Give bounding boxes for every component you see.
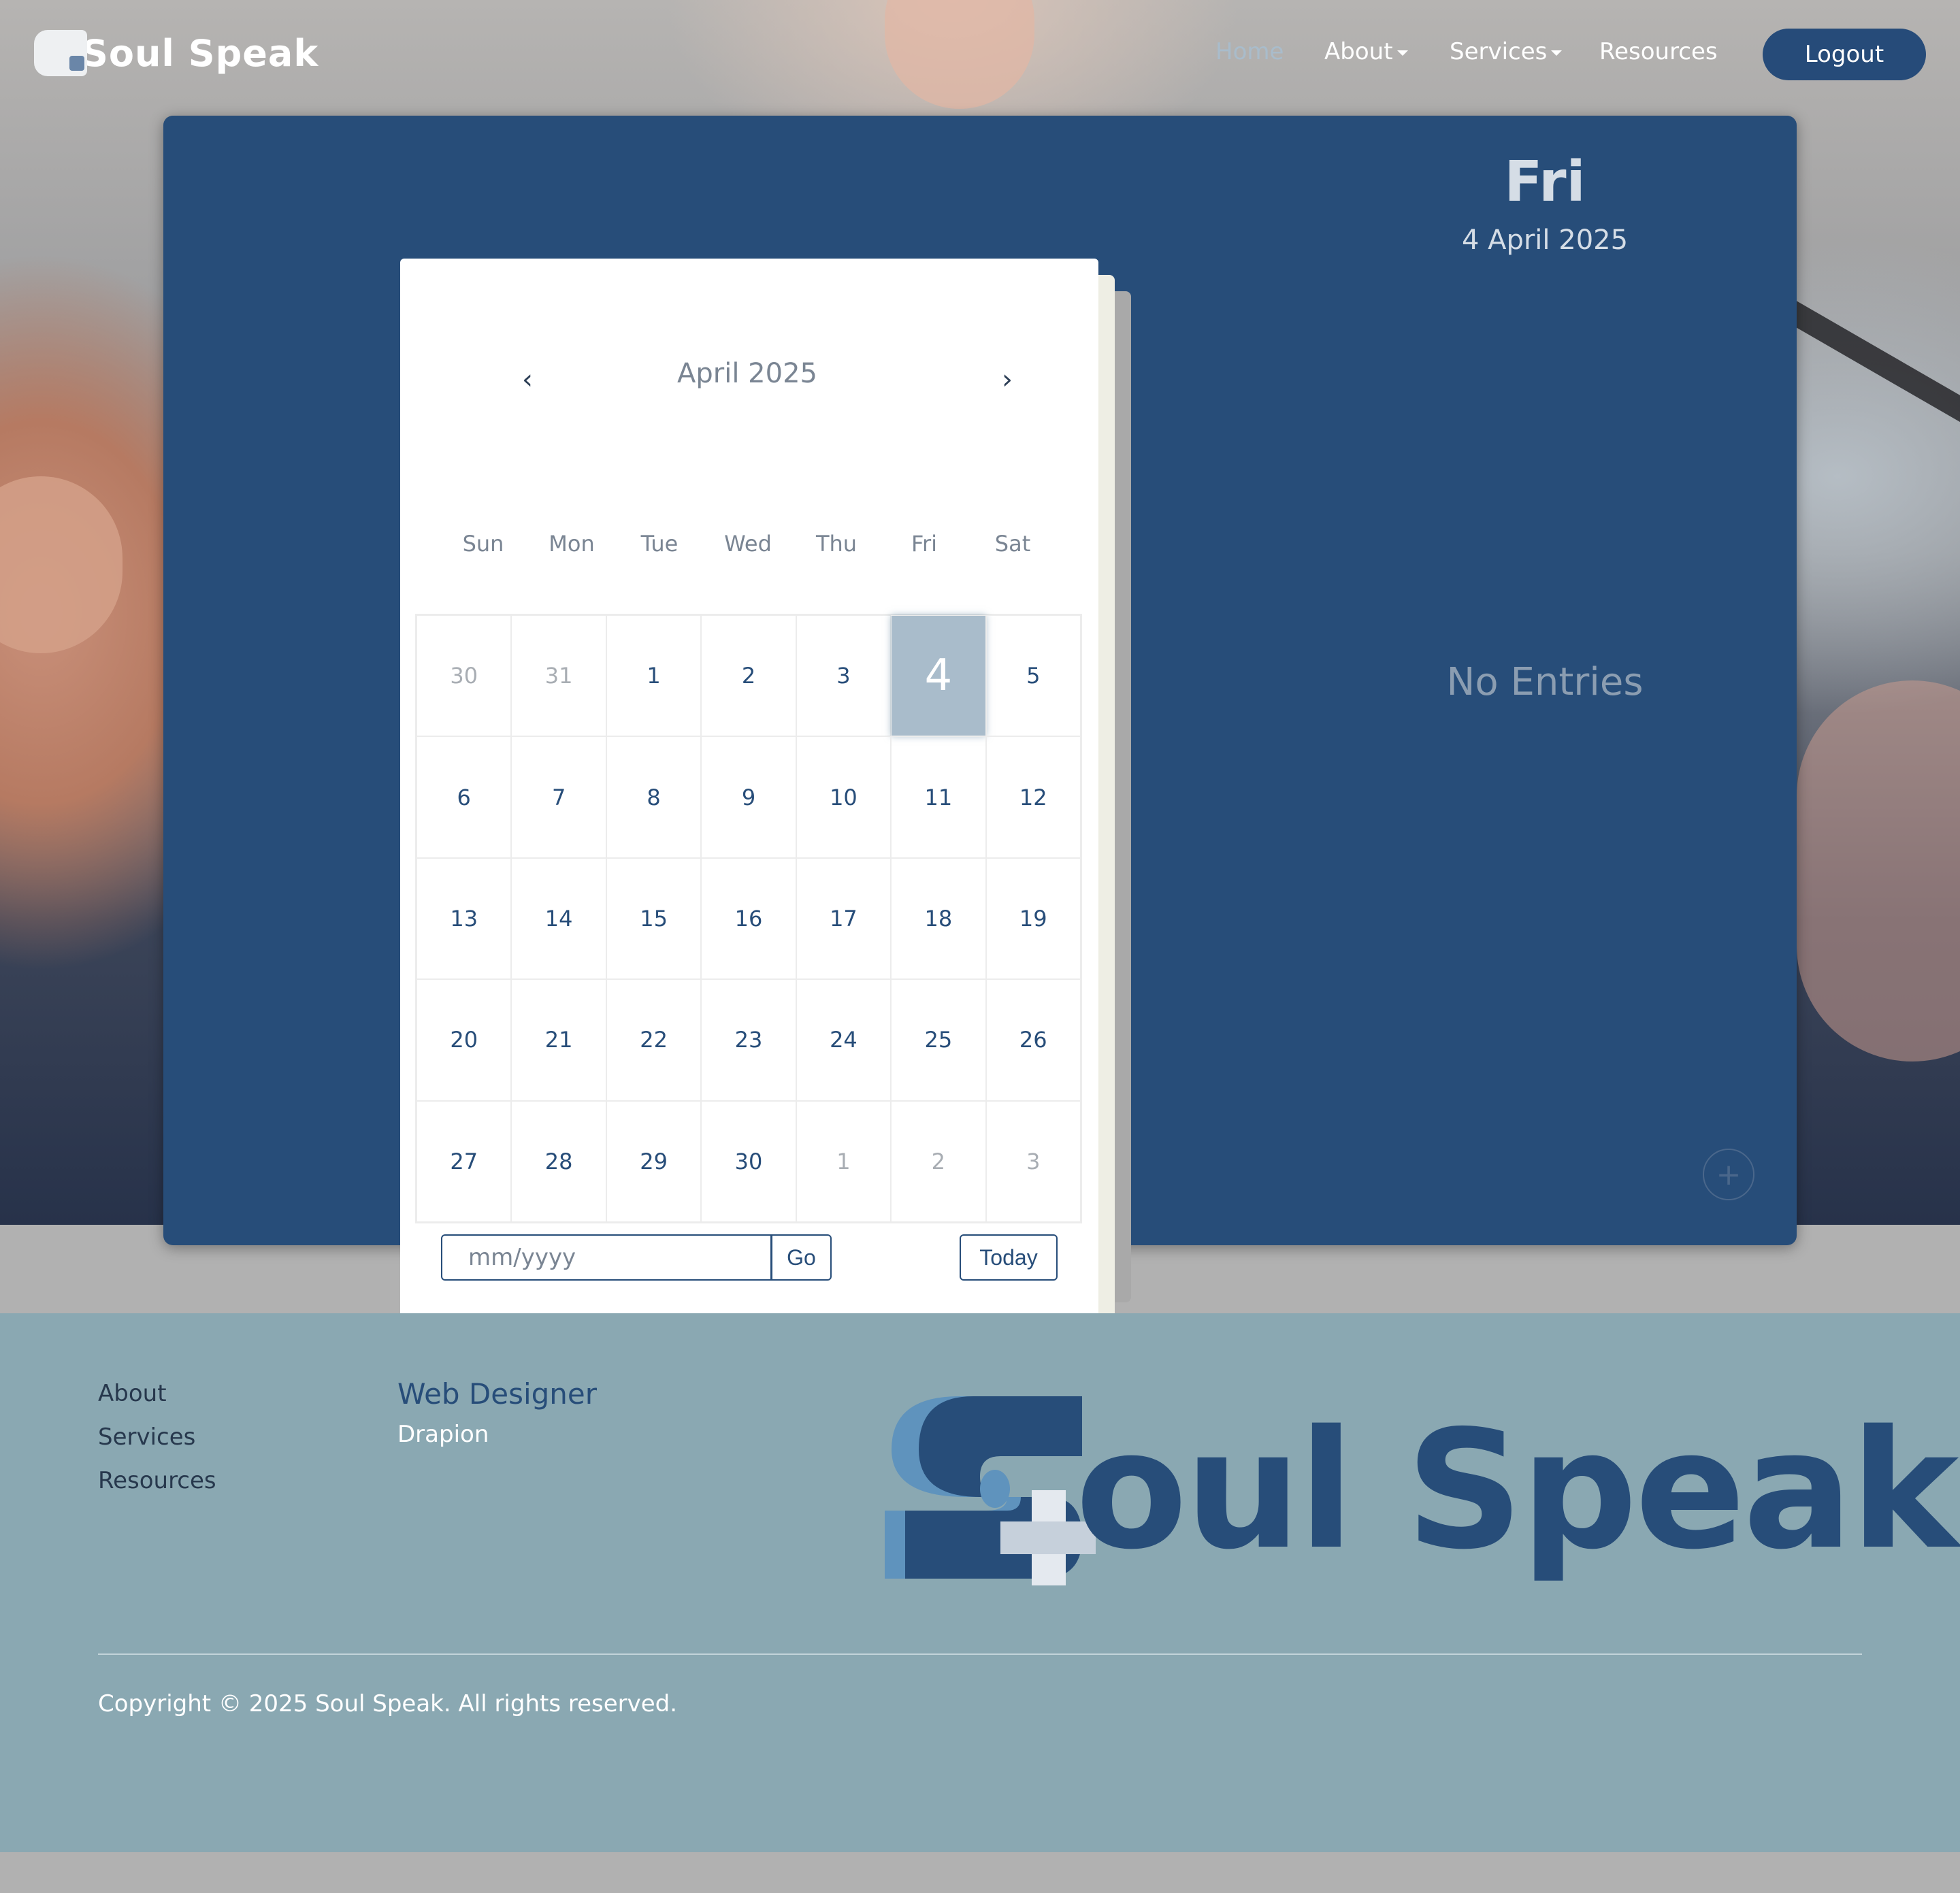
selected-day-name: Fri xyxy=(1504,150,1586,214)
calendar-day[interactable]: 19 xyxy=(985,857,1081,980)
caret-down-icon xyxy=(1551,50,1563,56)
calendar-day[interactable]: 7 xyxy=(511,736,606,858)
footer: About Services Resources Web Designer Dr… xyxy=(0,1313,1960,1852)
calendar-day[interactable]: 12 xyxy=(985,736,1081,858)
calendar-day[interactable]: 9 xyxy=(701,736,796,858)
nav-about[interactable]: About xyxy=(1324,38,1408,65)
footer-link-services[interactable]: Services xyxy=(98,1423,195,1451)
weekday-tue: Tue xyxy=(640,531,679,557)
soul-speak-logo-icon xyxy=(885,1396,1096,1585)
weekday-fri: Fri xyxy=(911,531,938,557)
journal-panel: ‹ April 2025 › Sun Mon Tue Wed Thu Fri S… xyxy=(163,116,1797,1334)
calendar-day[interactable]: 31 xyxy=(511,615,606,737)
month-year-input[interactable] xyxy=(441,1234,772,1281)
calendar-day[interactable]: 23 xyxy=(701,979,796,1101)
next-month-button[interactable]: › xyxy=(987,359,1028,400)
hero-photo-thumb xyxy=(0,476,122,653)
calendar-day[interactable]: 26 xyxy=(985,979,1081,1101)
calendar-day[interactable]: 18 xyxy=(891,857,986,980)
calendar-day[interactable]: 14 xyxy=(511,857,606,980)
calendar-day[interactable]: 13 xyxy=(416,857,512,980)
copyright-text: Copyright © 2025 Soul Speak. All rights … xyxy=(98,1690,678,1717)
weekday-sun: Sun xyxy=(462,531,504,557)
prev-month-button[interactable]: ‹ xyxy=(507,359,548,400)
nav-about-label: About xyxy=(1324,38,1393,65)
footer-logo-text: oul Speak xyxy=(1075,1395,1959,1585)
calendar-day[interactable]: 5 xyxy=(985,615,1081,737)
footer-credit-name: Drapion xyxy=(397,1421,489,1448)
calendar-day[interactable]: 27 xyxy=(416,1100,512,1222)
calendar-day[interactable]: 29 xyxy=(606,1100,702,1222)
calendar-day[interactable]: 21 xyxy=(511,979,606,1101)
soul-speak-logo-icon xyxy=(34,30,87,76)
calendar-day[interactable]: 6 xyxy=(416,736,512,858)
calendar-day[interactable]: 30 xyxy=(701,1100,796,1222)
footer-link-about[interactable]: About xyxy=(98,1380,167,1407)
calendar-day[interactable]: 3 xyxy=(796,615,892,737)
logout-button[interactable]: Logout xyxy=(1763,29,1926,80)
calendar-day[interactable]: 15 xyxy=(606,857,702,980)
calendar-day[interactable]: 4 xyxy=(891,615,986,737)
plus-icon: + xyxy=(1716,1157,1742,1192)
calendar-month-title: April 2025 xyxy=(677,358,817,389)
calendar: ‹ April 2025 › Sun Mon Tue Wed Thu Fri S… xyxy=(400,259,1098,1334)
calendar-day[interactable]: 16 xyxy=(701,857,796,980)
calendar-day[interactable]: 28 xyxy=(511,1100,606,1222)
brand-logo[interactable]: Soul Speak xyxy=(34,30,318,76)
calendar-day[interactable]: 10 xyxy=(796,736,892,858)
calendar-day[interactable]: 20 xyxy=(416,979,512,1101)
calendar-day[interactable]: 8 xyxy=(606,736,702,858)
nav-resources[interactable]: Resources xyxy=(1599,38,1718,65)
today-button[interactable]: Today xyxy=(960,1234,1058,1281)
calendar-day[interactable]: 30 xyxy=(416,615,512,737)
calendar-day[interactable]: 22 xyxy=(606,979,702,1101)
calendar-day[interactable]: 2 xyxy=(891,1100,986,1222)
calendar-day[interactable]: 24 xyxy=(796,979,892,1101)
footer-link-resources[interactable]: Resources xyxy=(98,1467,216,1494)
selected-full-date: 4 April 2025 xyxy=(1461,225,1629,256)
go-button[interactable]: Go xyxy=(772,1234,832,1281)
nav-home[interactable]: Home xyxy=(1215,38,1284,65)
weekday-sat: Sat xyxy=(994,531,1031,557)
calendar-day[interactable]: 1 xyxy=(606,615,702,737)
calendar-day[interactable]: 1 xyxy=(796,1100,892,1222)
calendar-day[interactable]: 3 xyxy=(985,1100,1081,1222)
caret-down-icon xyxy=(1396,50,1408,56)
calendar-day[interactable]: 17 xyxy=(796,857,892,980)
hero-photo-right-hand xyxy=(1797,680,1960,1061)
weekday-wed: Wed xyxy=(724,531,772,557)
footer-credit-role: Web Designer xyxy=(397,1377,598,1411)
calendar-day[interactable]: 11 xyxy=(891,736,986,858)
weekday-mon: Mon xyxy=(549,531,595,557)
calendar-day[interactable]: 25 xyxy=(891,979,986,1101)
add-entry-button[interactable]: + xyxy=(1703,1149,1754,1200)
footer-divider xyxy=(98,1653,1862,1655)
calendar-day[interactable]: 2 xyxy=(701,615,796,737)
brand-name: Soul Speak xyxy=(82,31,319,75)
nav-services[interactable]: Services xyxy=(1450,38,1563,65)
navbar: Soul Speak Home About Services Resources… xyxy=(0,0,1960,109)
footer-logo: oul Speak xyxy=(878,1395,1959,1599)
calendar-grid: 30 31 1 2 3 4 5 6 7 8 9 10 11 12 13 14 15 16 17 18 19 20 21 22 2… xyxy=(415,614,1082,1223)
nav-services-label: Services xyxy=(1450,38,1548,65)
no-entries-message: No Entries xyxy=(1446,660,1644,704)
weekday-thu: Thu xyxy=(815,531,858,557)
